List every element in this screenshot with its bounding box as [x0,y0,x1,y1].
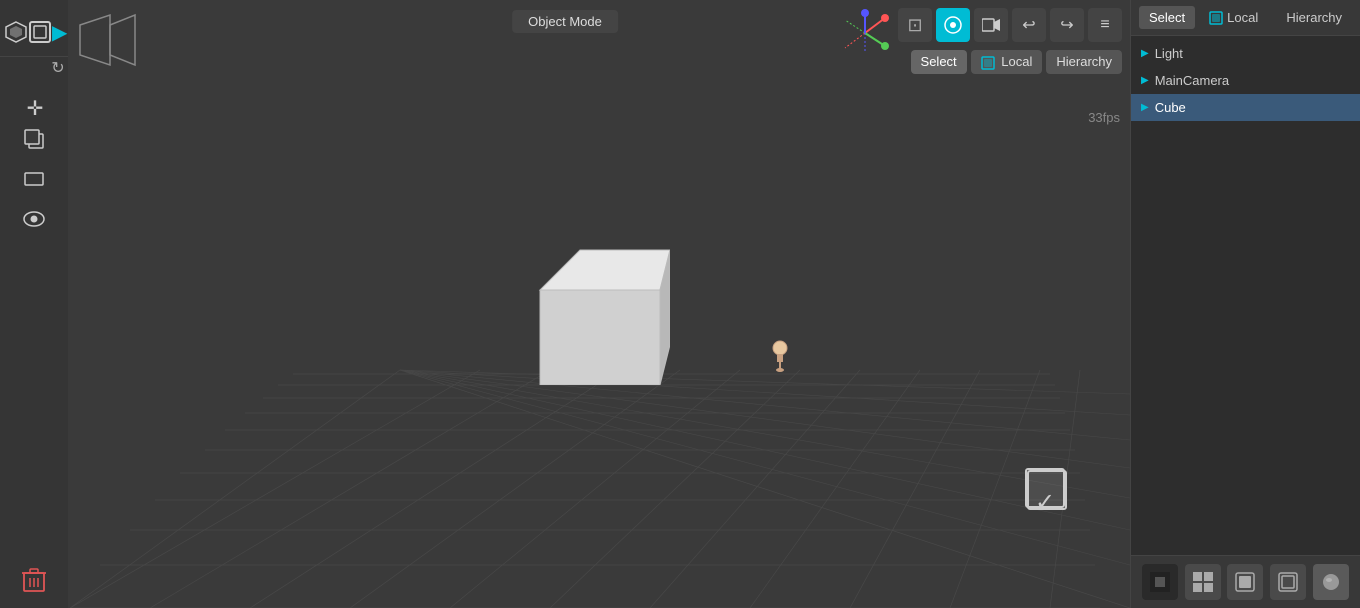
fps-counter: 33fps [1088,110,1120,125]
play-button[interactable]: ▶ [52,14,67,50]
cube-arrow-icon: ▶ [1141,102,1149,113]
local-button[interactable]: Local [971,50,1043,74]
shading-solid-button[interactable] [1227,564,1263,600]
viewport[interactable]: Object Mode 33fps [0,0,1130,608]
hierarchy-list: ▶ Light ▶ MainCamera ▶ Cube [1131,36,1360,555]
select-button[interactable]: Select [911,50,967,74]
camera-view-button[interactable] [936,8,970,42]
shading-grid-button[interactable] [1185,564,1221,600]
hierarchy-item-cube-label: Cube [1155,100,1186,115]
camera-arrow-icon: ▶ [1141,75,1149,86]
camera-wireframe-icon [80,15,135,65]
panel-header: Select Local Hierarchy [1131,0,1360,36]
shading-dark-button[interactable] [1142,564,1178,600]
logo-button[interactable] [4,14,28,50]
local-header-button[interactable]: Local [1199,6,1268,29]
select-bar: Select Local Hierarchy [911,50,1122,74]
cube-icon-button[interactable] [28,14,52,50]
mode-label: Object Mode [528,14,602,29]
move-tool-button[interactable]: ✛ [22,95,48,121]
panel-bottom-toolbar [1131,555,1360,608]
right-panel: Select Local Hierarchy ▶ Light ▶ MainCam… [1130,0,1360,608]
hierarchy-item-camera-label: MainCamera [1155,73,1229,88]
hierarchy-item-maincamera[interactable]: ▶ MainCamera [1131,67,1360,94]
check-mark-overlay: ✓ [1025,488,1065,516]
bottom-tools-group [0,562,68,598]
refresh-button[interactable]: ↻ [45,55,71,81]
hierarchy-item-light[interactable]: ▶ Light [1131,40,1360,67]
select-header-button[interactable]: Select [1139,6,1195,29]
cube-3d-object [530,240,670,385]
light-scene-icon [770,340,790,380]
hierarchy-item-cube[interactable]: ▶ Cube [1131,94,1360,121]
hierarchy-header-button[interactable]: Hierarchy [1276,6,1352,29]
video-button[interactable] [974,8,1008,42]
undo-button[interactable]: ↩ [1012,8,1046,42]
redo-button[interactable]: ↪ [1050,8,1084,42]
side-tools-group [0,121,68,237]
hierarchy-item-light-label: Light [1155,46,1183,61]
nav-gizmo-widget [840,8,890,58]
menu-button[interactable]: ≡ [1088,8,1122,42]
mode-bar[interactable]: Object Mode [512,10,618,33]
rect-tool-button[interactable] [16,161,52,197]
toolbar-top-group: ▶ [0,8,68,57]
delete-button[interactable] [16,562,52,598]
hierarchy-button[interactable]: Hierarchy [1046,50,1122,74]
eye-tool-button[interactable] [16,201,52,237]
ortho-view-button[interactable]: ⊡ [898,8,932,42]
shading-outline-button[interactable] [1270,564,1306,600]
left-toolbar: ▶ ✛ ↻ [0,0,68,608]
shading-sphere-button[interactable] [1313,564,1349,600]
light-arrow-icon: ▶ [1141,48,1149,59]
copy-tool-button[interactable] [16,121,52,157]
